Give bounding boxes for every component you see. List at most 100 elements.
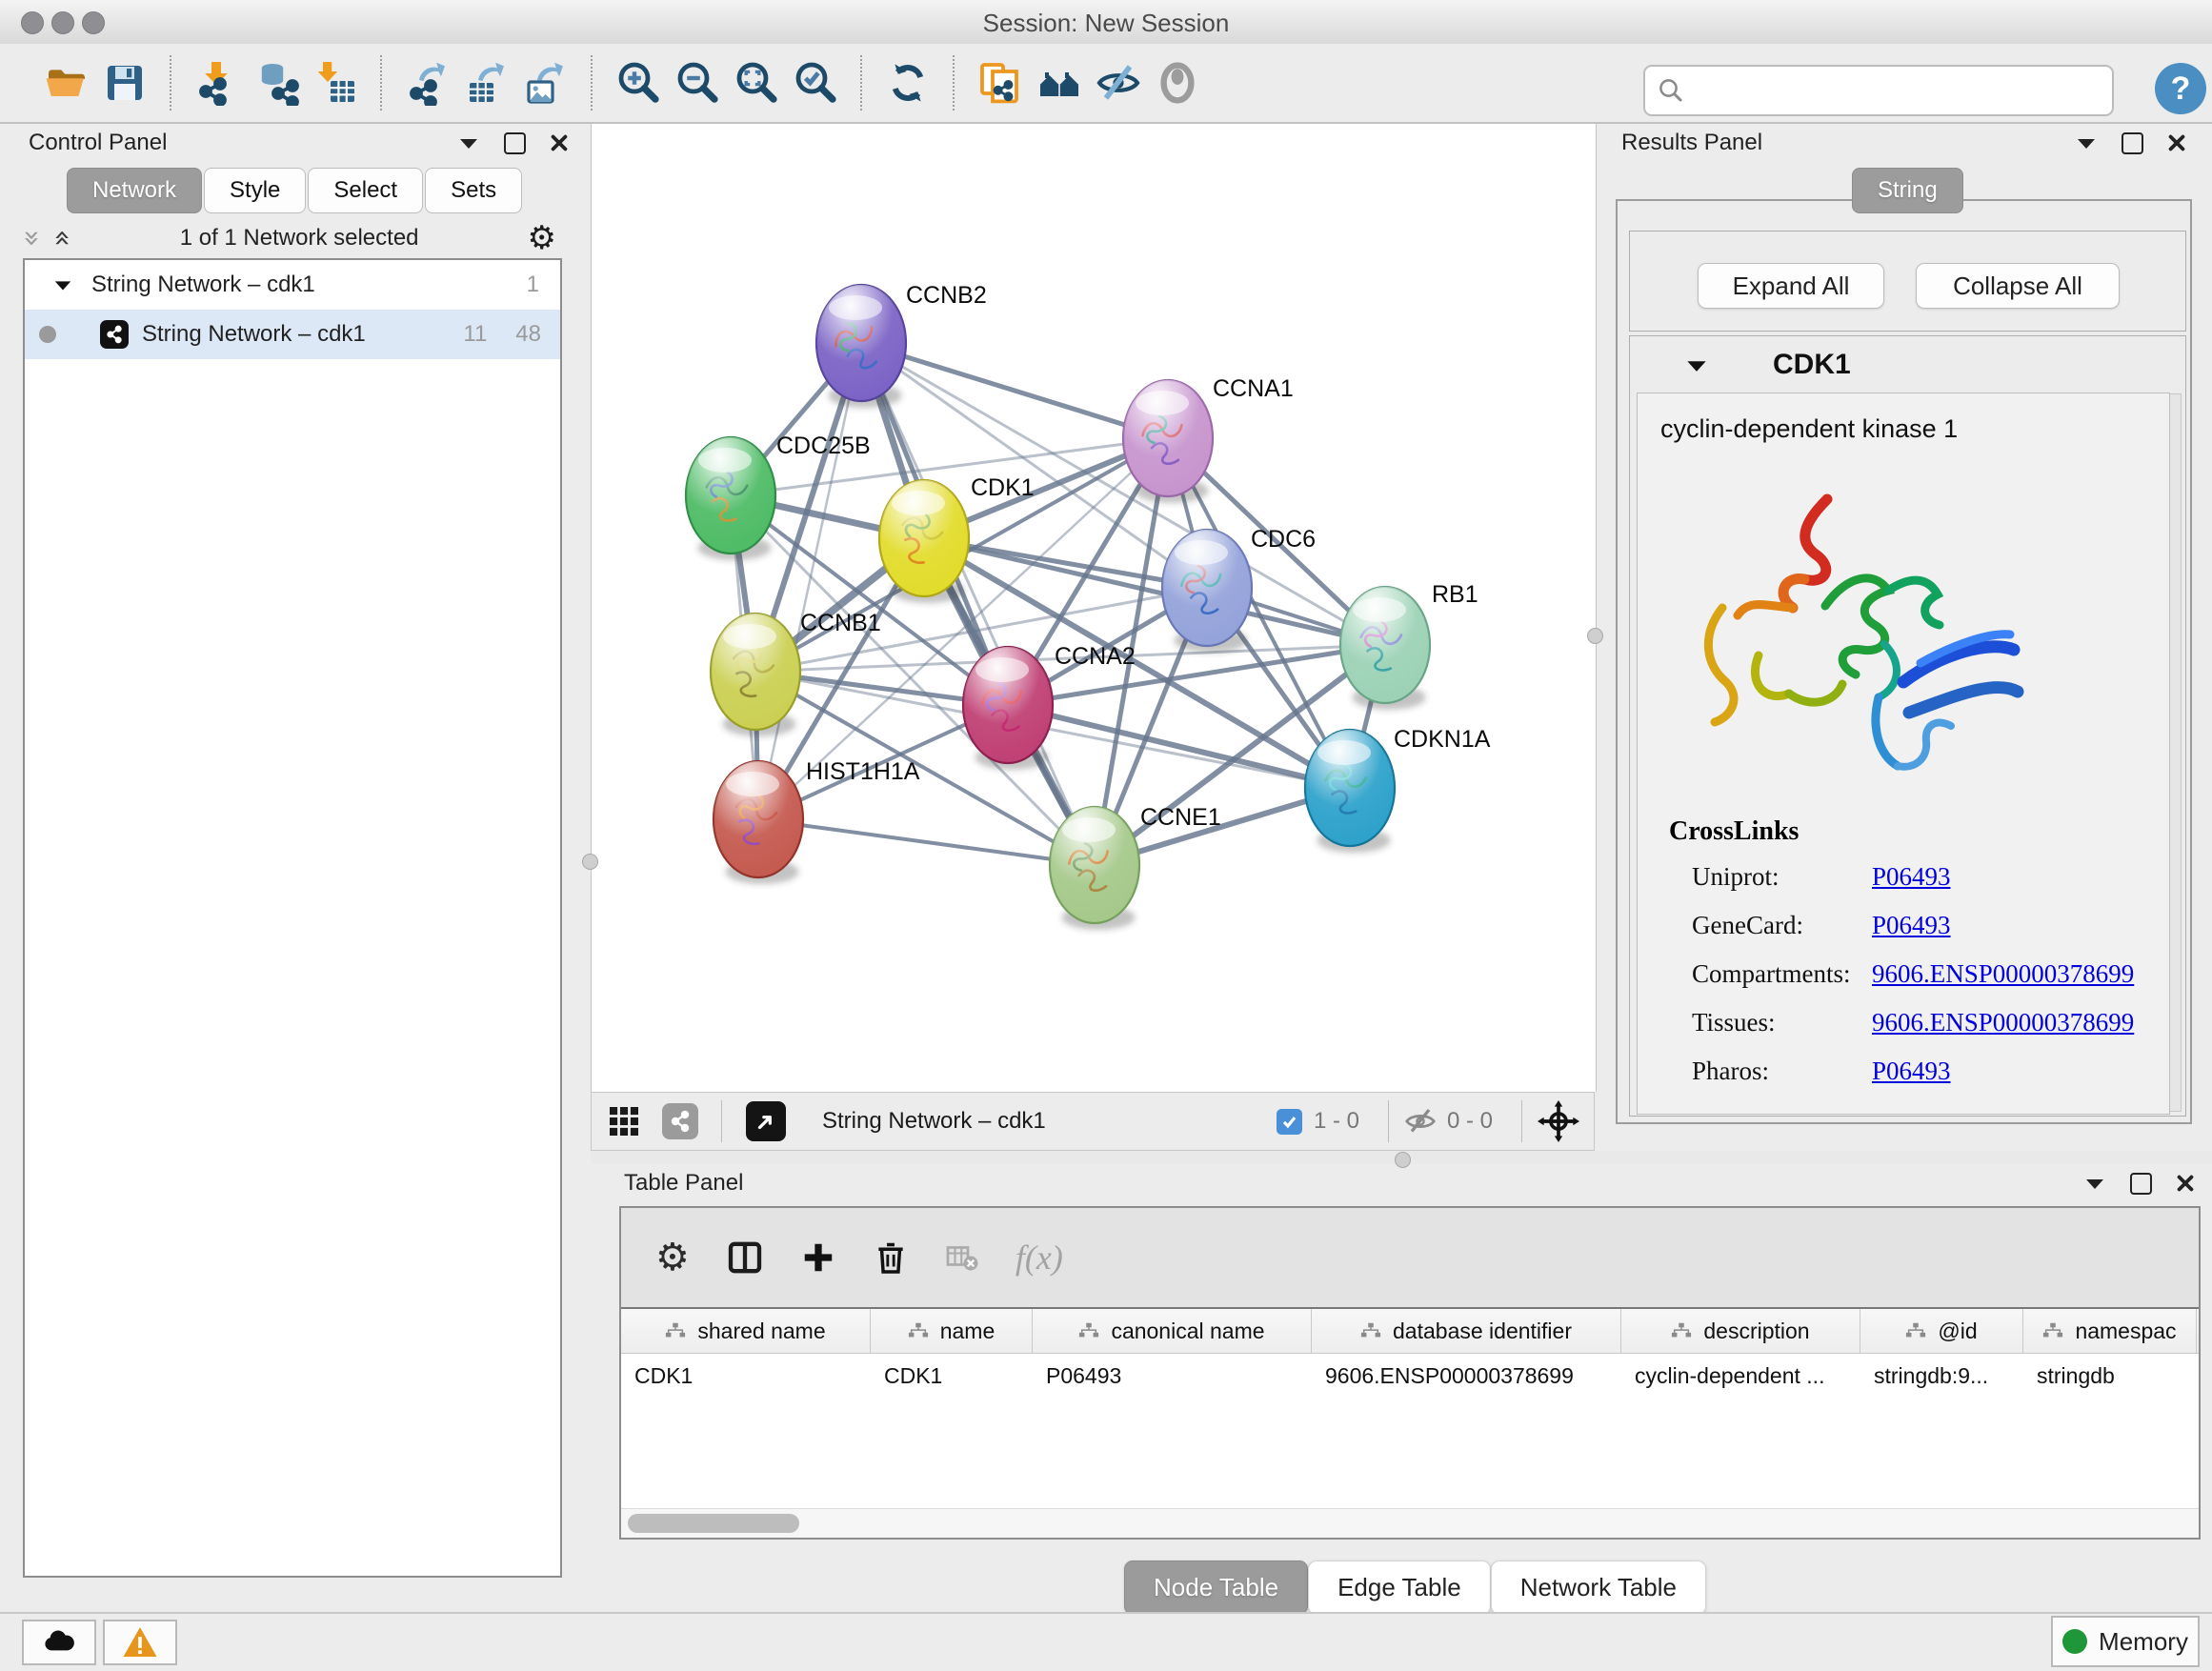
scrollbar-thumb[interactable] [628,1514,799,1533]
warnings-button[interactable] [103,1620,177,1665]
import-table-button[interactable] [306,53,365,112]
table-cell[interactable]: P06493 [1033,1354,1312,1398]
fit-selected-crosshair-icon[interactable] [1537,1099,1580,1143]
clone-network-button[interactable] [971,53,1030,112]
node-label-CDKN1A: CDKN1A [1394,726,1491,753]
panel-menu-icon[interactable] [458,136,479,150]
zoom-out-button[interactable] [668,53,727,112]
memory-button[interactable]: Memory [2051,1616,2200,1667]
toolbar-separator [170,55,172,111]
collapse-all-networks-icon[interactable]: » [17,230,46,247]
float-panel-icon[interactable] [504,132,526,154]
toolbar-separator [591,55,593,111]
network-row-selected[interactable]: String Network – cdk1 11 48 [25,310,560,359]
tab-network-table[interactable]: Network Table [1491,1560,1706,1615]
network-view-toolbar: String Network – cdk1 1 - 0 0 - 0 [591,1092,1595,1151]
column-header-database-identifier[interactable]: database identifier [1312,1309,1621,1353]
export-network-button[interactable] [398,53,457,112]
import-database-button[interactable] [247,53,306,112]
open-session-button[interactable] [36,53,95,112]
close-panel-icon[interactable] [2177,1175,2194,1192]
column-header-name[interactable]: name [871,1309,1033,1353]
tree-expand-icon[interactable] [53,278,72,292]
tab-select[interactable]: Select [308,168,423,213]
show-all-button[interactable] [1148,53,1207,112]
right-splitter-handle[interactable] [1587,628,1603,644]
tab-node-table[interactable]: Node Table [1124,1560,1308,1615]
float-panel-icon[interactable] [2130,1173,2152,1195]
crosslink-link[interactable]: P06493 [1872,1057,1951,1086]
column-header-canonical-name[interactable]: canonical name [1033,1309,1312,1353]
import-network-button[interactable] [188,53,247,112]
network-collection-row[interactable]: String Network – cdk1 1 [25,260,560,310]
crosslink-link[interactable]: P06493 [1872,862,1951,892]
table-settings-gear-icon[interactable]: ⚙ [655,1236,690,1279]
export-table-button[interactable] [457,53,516,112]
zoom-selected-button[interactable] [786,53,845,112]
birdseye-grid-icon[interactable] [607,1104,641,1138]
gene-section-header[interactable]: CDK1 [1630,336,2185,393]
collapse-all-button[interactable]: Collapse All [1916,263,2120,309]
column-type-icon [1360,1322,1381,1339]
tab-network[interactable]: Network [67,168,202,213]
column-header-@id[interactable]: @id [1860,1309,2023,1353]
column-type-icon [1078,1322,1099,1339]
search-input[interactable] [1691,76,2112,105]
tab-string[interactable]: String [1852,168,1963,213]
table-cell[interactable]: CDK1 [621,1354,871,1398]
close-panel-icon[interactable] [2168,134,2185,151]
column-header-shared-name[interactable]: shared name [621,1309,871,1353]
crosslink-link[interactable]: 9606.ENSP00000378699 [1872,1008,2134,1037]
crosslink-link[interactable]: 9606.ENSP00000378699 [1872,959,2134,989]
crosslink-link[interactable]: P06493 [1872,911,1951,940]
show-columns-icon[interactable] [726,1238,764,1277]
tab-style[interactable]: Style [204,168,306,213]
panel-menu-icon[interactable] [2076,136,2097,150]
table-row[interactable]: CDK1CDK1P064939606.ENSP00000378699cyclin… [621,1354,2199,1398]
control-panel-header: Control Panel [29,130,568,156]
zoom-in-button[interactable] [609,53,668,112]
expand-all-networks-icon[interactable]: » [49,230,77,247]
close-panel-icon[interactable] [551,134,568,151]
export-table-icon [464,60,510,106]
network-thumbnail-icon[interactable] [662,1103,698,1139]
crosslink-label: Pharos: [1692,1057,1769,1086]
cloud-button[interactable] [22,1620,96,1665]
panel-menu-icon[interactable] [2084,1177,2105,1190]
edge-count: 48 [515,321,541,348]
help-button[interactable]: ? [2155,63,2206,114]
expand-all-button[interactable]: Expand All [1698,263,1884,309]
table-cell[interactable]: CDK1 [871,1354,1033,1398]
tab-sets[interactable]: Sets [425,168,522,213]
network-label: String Network – cdk1 [142,321,366,348]
gene-name: CDK1 [1773,349,1851,381]
selected-checkbox-icon[interactable] [1277,1109,1302,1135]
table-cell[interactable]: stringdb [2023,1354,2197,1398]
save-session-button[interactable] [95,53,154,112]
first-neighbors-button[interactable] [1030,53,1089,112]
tab-edge-table[interactable]: Edge Table [1308,1560,1491,1615]
delete-column-trash-icon[interactable] [873,1239,909,1276]
splitter-handle[interactable] [1395,1152,1411,1168]
results-scrollbar[interactable] [2168,393,2182,1112]
column-header-namespac[interactable]: namespac [2023,1309,2197,1353]
hide-selected-button[interactable] [1089,53,1148,112]
open-in-new-window-icon[interactable] [746,1101,786,1141]
float-panel-icon[interactable] [2122,132,2143,154]
table-cell[interactable]: stringdb:9... [1860,1354,2023,1398]
create-column-plus-icon[interactable] [800,1239,836,1276]
table-horizontal-scrollbar[interactable] [621,1508,2199,1538]
refresh-button[interactable] [878,53,937,112]
node-label-CCNE1: CCNE1 [1140,804,1221,831]
collapse-section-icon[interactable] [1685,358,1708,372]
node-count: 11 [463,321,487,348]
zoom-fit-button[interactable] [727,53,786,112]
table-cell[interactable]: 9606.ENSP00000378699 [1312,1354,1621,1398]
column-header-description[interactable]: description [1621,1309,1860,1353]
left-splitter-handle[interactable] [582,854,598,870]
table-cell[interactable]: cyclin-dependent ... [1621,1354,1860,1398]
network-canvas[interactable]: CCNB2 CCNA1 CDC25B CDK1 CDC6 [591,124,1597,1092]
protein-structure-image [1682,463,2035,801]
export-image-button[interactable] [516,53,575,112]
gear-icon[interactable]: ⚙ [528,219,556,257]
